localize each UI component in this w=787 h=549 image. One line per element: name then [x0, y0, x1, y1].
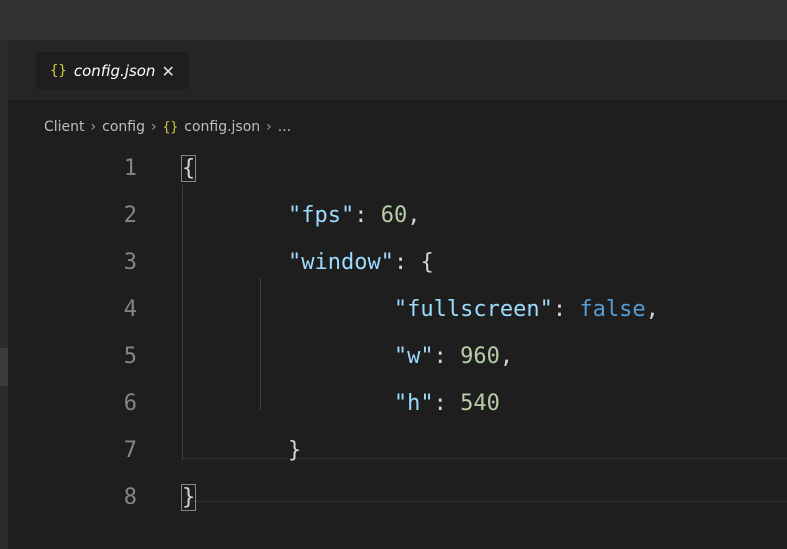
code-line: 6 "h": 540 [0, 380, 787, 427]
code-line: 3 "window": { [0, 239, 787, 286]
line-number: 4 [123, 297, 137, 322]
breadcrumb-client[interactable]: Client [44, 119, 85, 135]
breadcrumb-symbols[interactable]: ... [278, 119, 291, 135]
tab-label: config.json [73, 62, 156, 80]
json-key: "fullscreen" [393, 297, 553, 322]
colon: : [393, 250, 421, 275]
comma: , [499, 344, 514, 369]
line-content: } [182, 427, 301, 474]
json-key: "w" [393, 344, 434, 369]
json-number: 960 [460, 344, 500, 369]
breadcrumb-file[interactable]: config.json [184, 119, 260, 135]
json-key: "h" [393, 391, 434, 416]
json-key: "fps" [287, 203, 355, 228]
code-line: 1 { [0, 145, 787, 192]
json-file-icon: {} [50, 63, 67, 79]
line-number: 7 [123, 438, 137, 463]
chevron-right-icon: › [266, 119, 272, 135]
code-line: 2 "fps": 60, [0, 192, 787, 239]
colon: : [354, 203, 381, 228]
line-number: 8 [123, 485, 137, 510]
line-number: 2 [123, 203, 137, 228]
colon: : [433, 391, 461, 416]
json-file-icon: {} [162, 119, 179, 135]
code-line: 7 } [0, 427, 787, 474]
chevron-right-icon: › [150, 119, 157, 135]
line-number: 5 [123, 344, 137, 369]
line-content: "fps": 60, [182, 192, 420, 239]
json-boolean: false [579, 297, 646, 322]
close-brace: } [287, 438, 302, 463]
line-content: "fullscreen": false, [182, 286, 659, 333]
json-number: 540 [460, 391, 500, 416]
colon: : [552, 297, 580, 322]
comma: , [407, 203, 421, 228]
breadcrumb: Client › config › {} config.json › ... [44, 117, 291, 137]
breadcrumb-config[interactable]: config [102, 119, 145, 135]
line-content: { [180, 145, 197, 192]
line-number: 6 [123, 391, 137, 416]
colon: : [433, 344, 461, 369]
close-icon[interactable]: ✕ [161, 62, 174, 81]
code-line: 8 } [0, 474, 787, 521]
line-content: } [180, 474, 197, 521]
open-brace: { [420, 250, 434, 275]
code-line: 5 "w": 960, [0, 333, 787, 380]
line-number: 3 [123, 250, 137, 275]
line-content: "w": 960, [182, 333, 513, 380]
line-content: "window": { [182, 239, 434, 286]
line-number: 1 [123, 156, 137, 181]
json-key: "window" [287, 250, 394, 275]
close-brace: } [180, 484, 197, 511]
json-number: 60 [380, 203, 408, 228]
chevron-right-icon: › [90, 119, 97, 135]
comma: , [645, 297, 659, 322]
open-brace: { [180, 155, 197, 182]
title-bar [0, 0, 787, 40]
tab-config-json[interactable]: {} config.json ✕ [36, 52, 189, 89]
line-content: "h": 540 [182, 380, 500, 427]
code-line: 4 "fullscreen": false, [0, 286, 787, 333]
